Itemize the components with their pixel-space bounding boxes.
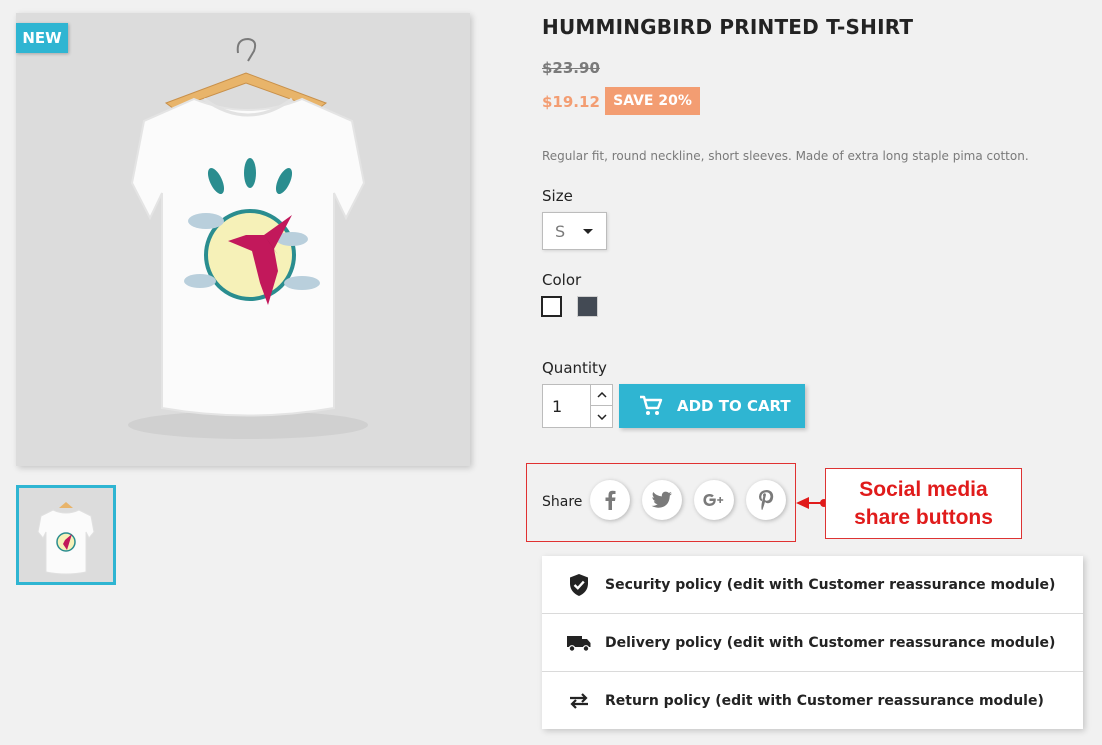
quantity-stepper: 1: [542, 384, 613, 428]
callout-line-1: Social media: [859, 477, 988, 501]
truck-icon: [566, 630, 592, 656]
tshirt-thumbnail-icon: [37, 502, 95, 575]
reassurance-item-delivery: Delivery policy (edit with Customer reas…: [542, 614, 1083, 672]
product-main-image[interactable]: [16, 13, 470, 466]
size-value: S: [555, 221, 566, 241]
add-to-cart-button[interactable]: ADD TO CART: [619, 384, 805, 428]
pinterest-icon: [759, 490, 774, 510]
reassurance-block: Security policy (edit with Customer reas…: [542, 556, 1083, 729]
social-media-callout: Social media share buttons: [825, 468, 1022, 539]
callout-line-2: share buttons: [854, 505, 993, 529]
facebook-share-button[interactable]: [590, 480, 630, 520]
product-description: Regular fit, round neckline, short sleev…: [542, 149, 1029, 163]
new-badge: NEW: [16, 23, 68, 53]
quantity-input[interactable]: 1: [543, 385, 590, 427]
reassurance-item-return: Return policy (edit with Customer reassu…: [542, 672, 1083, 730]
pinterest-share-button[interactable]: [746, 480, 786, 520]
product-title: HUMMINGBIRD PRINTED T-SHIRT: [542, 15, 914, 39]
share-label: Share: [542, 494, 583, 510]
reassurance-text: Security policy (edit with Customer reas…: [605, 576, 1056, 593]
product-thumbnail[interactable]: [16, 485, 116, 585]
color-label: Color: [542, 271, 582, 289]
shopping-cart-icon: [640, 395, 663, 415]
color-swatch-white[interactable]: [541, 296, 562, 317]
discount-badge: SAVE 20%: [605, 87, 700, 115]
swap-arrows-icon: [566, 688, 592, 714]
quantity-increase-button[interactable]: [591, 385, 613, 406]
color-swatch-dark[interactable]: [577, 296, 598, 317]
current-price: $19.12: [542, 93, 600, 111]
twitter-share-button[interactable]: [642, 480, 682, 520]
old-price: $23.90: [542, 59, 600, 77]
size-select[interactable]: S: [542, 212, 607, 250]
add-to-cart-label: ADD TO CART: [677, 397, 791, 415]
google-plus-share-button[interactable]: [694, 480, 734, 520]
shield-check-icon: [566, 572, 592, 598]
quantity-label: Quantity: [542, 359, 607, 377]
reassurance-item-security: Security policy (edit with Customer reas…: [542, 556, 1083, 614]
reassurance-text: Return policy (edit with Customer reassu…: [605, 693, 1044, 709]
product-page: { "product": { "badge_new": "NEW", "titl…: [0, 0, 1102, 745]
quantity-decrease-button[interactable]: [591, 406, 613, 427]
size-label: Size: [542, 187, 573, 205]
chevron-up-icon: [597, 392, 607, 398]
chevron-down-icon: [597, 413, 607, 420]
twitter-icon: [651, 491, 672, 508]
facebook-icon: [605, 490, 616, 510]
caret-down-icon: [583, 229, 593, 234]
reassurance-text: Delivery policy (edit with Customer reas…: [605, 634, 1056, 651]
tshirt-illustration: [128, 37, 368, 439]
google-plus-icon: [703, 494, 724, 506]
